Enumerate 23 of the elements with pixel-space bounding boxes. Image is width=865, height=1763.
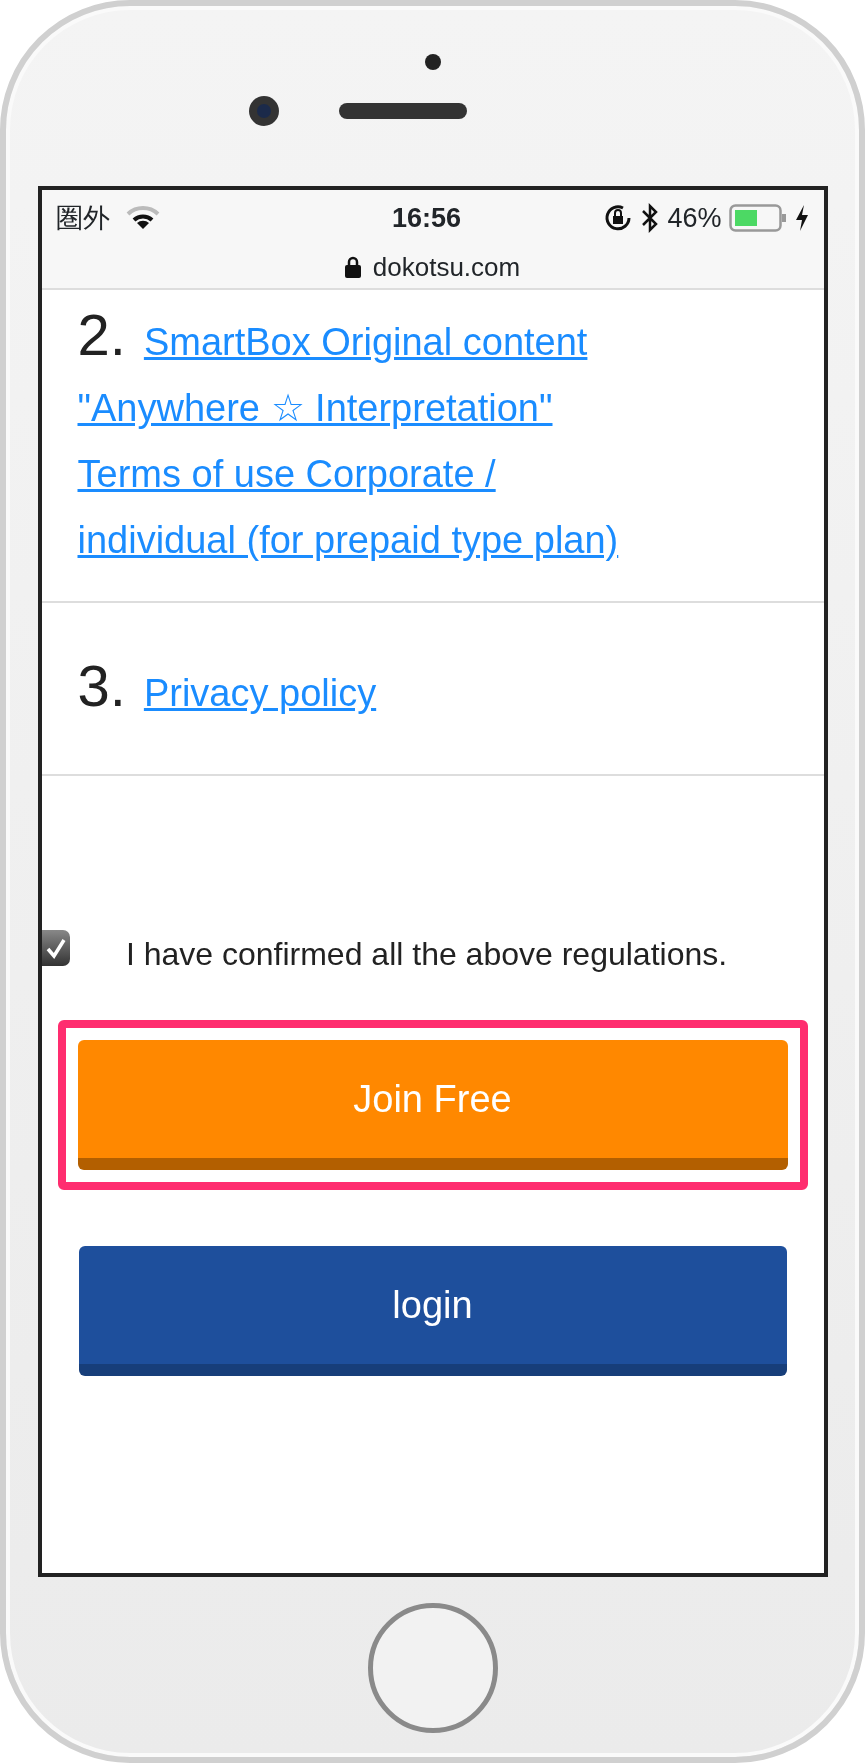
confirm-label: I have confirmed all the above regulations. xyxy=(124,935,729,974)
sensor-icon xyxy=(424,54,441,70)
camera-icon xyxy=(248,96,279,126)
charging-icon xyxy=(795,205,810,231)
speaker-icon xyxy=(338,103,467,119)
terms-link[interactable]: Terms of use Corporate / xyxy=(77,441,496,507)
terms-link[interactable]: Privacy policy xyxy=(143,660,377,726)
lock-icon xyxy=(344,256,361,278)
item-number: 2. xyxy=(77,301,126,369)
terms-link[interactable]: individual (for prepaid type plan) xyxy=(77,507,619,573)
terms-link[interactable]: "Anywhere ☆ Interpretation" xyxy=(77,375,553,441)
terms-link[interactable]: SmartBox Original content xyxy=(143,309,588,375)
wifi-icon xyxy=(125,206,160,230)
item-number: 3. xyxy=(77,652,126,720)
battery-icon xyxy=(729,204,788,232)
bluetooth-icon xyxy=(641,203,660,233)
clock-text: 16:56 xyxy=(391,201,461,235)
checkbox[interactable] xyxy=(41,930,70,966)
carrier-text: 圏外 xyxy=(55,201,110,235)
url-text: dokotsu.com xyxy=(372,250,521,284)
battery-percent: 46% xyxy=(667,201,722,235)
login-button[interactable]: login xyxy=(78,1246,787,1376)
join-button[interactable]: Join Free xyxy=(77,1040,788,1170)
